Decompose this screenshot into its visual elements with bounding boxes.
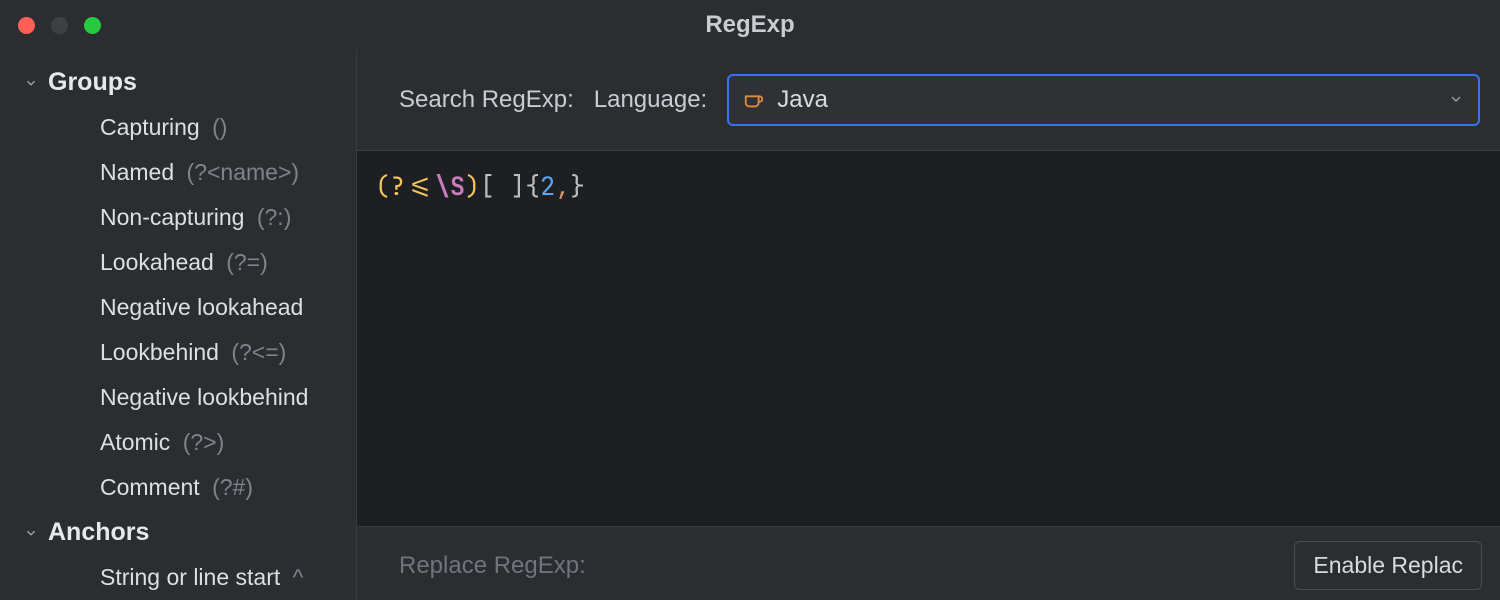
sidebar-item-label: Negative lookbehind (100, 384, 308, 410)
sidebar-item-negative-lookahead[interactable]: Negative lookahead (0, 285, 356, 330)
sidebar-item-label: Atomic (100, 429, 170, 455)
window-controls (18, 17, 101, 34)
sidebar: Groups Capturing () Named (?<name>) Non-… (0, 50, 357, 600)
coffee-icon (743, 89, 765, 111)
sidebar-item-label: Lookahead (100, 249, 214, 275)
search-regexp-label: Search RegExp: (399, 86, 574, 114)
sidebar-item-label: Negative lookahead (100, 294, 303, 320)
sidebar-item-negative-lookbehind[interactable]: Negative lookbehind (0, 375, 356, 420)
minimize-window-button[interactable] (51, 17, 68, 34)
sidebar-item-hint: (?=) (226, 249, 268, 275)
sidebar-section-groups[interactable]: Groups (0, 60, 356, 105)
chevron-down-icon (1448, 86, 1464, 114)
sidebar-item-atomic[interactable]: Atomic (?>) (0, 420, 356, 465)
sidebar-item-hint: (?:) (257, 204, 292, 230)
replace-toolbar: Replace RegExp: Enable Replac (357, 526, 1500, 600)
language-select[interactable]: Java (727, 74, 1480, 126)
sidebar-item-hint: (?#) (212, 474, 253, 500)
search-toolbar: Search RegExp: Language: Java (357, 50, 1500, 151)
sidebar-item-named[interactable]: Named (?<name>) (0, 150, 356, 195)
sidebar-item-label: Comment (100, 474, 200, 500)
sidebar-item-hint: (?>) (183, 429, 225, 455)
chevron-down-icon (24, 526, 38, 540)
language-value: Java (777, 86, 828, 114)
replace-regexp-label: Replace RegExp: (399, 552, 586, 580)
regexp-editor[interactable]: (?<=\S)[ ]{2,} (357, 151, 1500, 526)
titlebar: RegExp (0, 0, 1500, 50)
sidebar-item-capturing[interactable]: Capturing () (0, 105, 356, 150)
sidebar-item-label: Capturing (100, 114, 200, 140)
sidebar-item-string-start[interactable]: String or line start ^ (0, 555, 356, 600)
sidebar-item-label: String or line start (100, 564, 280, 590)
language-label: Language: (594, 86, 707, 114)
close-window-button[interactable] (18, 17, 35, 34)
window-title: RegExp (705, 11, 794, 39)
zoom-window-button[interactable] (84, 17, 101, 34)
sidebar-item-label: Named (100, 159, 174, 185)
sidebar-item-hint: (?<name>) (187, 159, 300, 185)
sidebar-item-label: Lookbehind (100, 339, 219, 365)
sidebar-section-label: Groups (48, 68, 137, 97)
sidebar-item-hint: ^ (293, 564, 304, 590)
sidebar-item-non-capturing[interactable]: Non-capturing (?:) (0, 195, 356, 240)
sidebar-section-anchors[interactable]: Anchors (0, 510, 356, 555)
sidebar-section-label: Anchors (48, 518, 149, 547)
sidebar-item-label: Non-capturing (100, 204, 244, 230)
sidebar-item-hint: () (212, 114, 227, 140)
sidebar-item-lookbehind[interactable]: Lookbehind (?<=) (0, 330, 356, 375)
sidebar-item-comment[interactable]: Comment (?#) (0, 465, 356, 510)
chevron-down-icon (24, 76, 38, 90)
enable-replace-button[interactable]: Enable Replac (1294, 541, 1482, 590)
sidebar-item-hint: (?<=) (231, 339, 286, 365)
sidebar-item-lookahead[interactable]: Lookahead (?=) (0, 240, 356, 285)
main-panel: Search RegExp: Language: Java (?<=\S)[ ]… (357, 50, 1500, 600)
